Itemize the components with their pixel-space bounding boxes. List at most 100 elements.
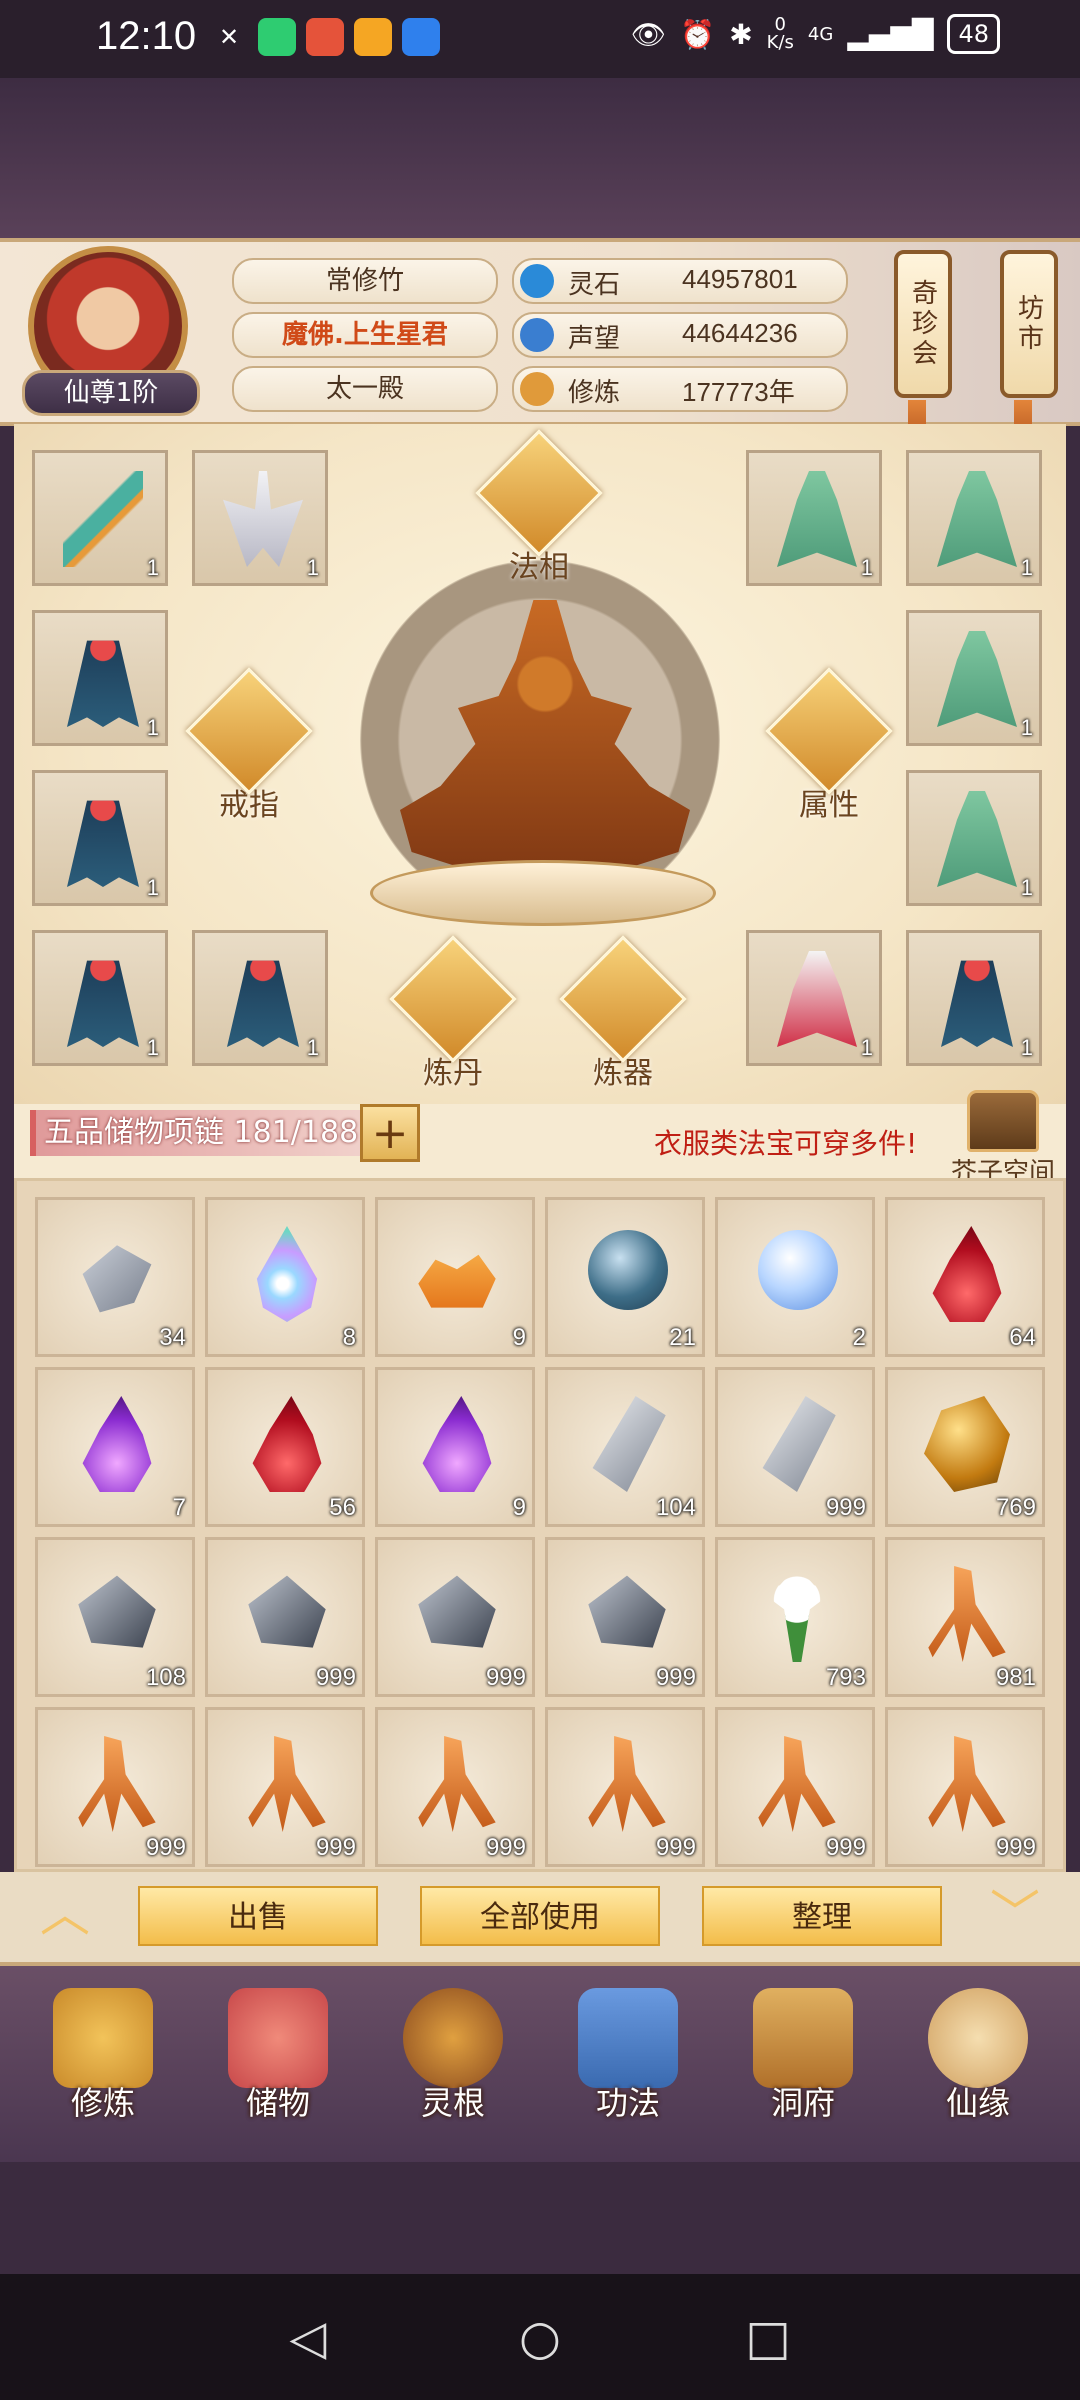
inventory-item[interactable]: 999 xyxy=(375,1707,535,1867)
attributes-icon xyxy=(765,667,893,795)
forge-button[interactable]: 炼器 xyxy=(548,935,698,1092)
inventory-item[interactable]: 999 xyxy=(35,1707,195,1867)
nav-cultivate[interactable]: 修炼 xyxy=(28,1988,178,2124)
ring-button[interactable]: 戒指 xyxy=(174,667,324,824)
equip-slot-robe[interactable]: 1 xyxy=(32,930,168,1066)
inventory-item[interactable]: 21 xyxy=(545,1197,705,1357)
use-all-button[interactable]: 全部使用 xyxy=(420,1886,660,1946)
nav-techniques[interactable]: 功法 xyxy=(553,1988,703,2124)
monk-icon xyxy=(53,1988,153,2088)
inventory-item[interactable]: 999 xyxy=(715,1367,875,1527)
lotus-pedestal xyxy=(370,860,716,926)
inventory-item[interactable]: 999 xyxy=(375,1537,535,1697)
storage-hint: 衣服类法宝可穿多件! xyxy=(654,1127,918,1160)
white-flower-icon xyxy=(758,1566,836,1662)
inventory-item[interactable]: 769 xyxy=(885,1367,1045,1527)
ginseng-root-icon xyxy=(928,1566,1006,1662)
inventory-item[interactable]: 999 xyxy=(715,1707,875,1867)
inventory-item[interactable]: 8 xyxy=(205,1197,365,1357)
page-up-icon[interactable]: ︿ xyxy=(30,1886,100,1942)
expand-storage-button[interactable]: + xyxy=(360,1104,420,1162)
inventory-item[interactable]: 64 xyxy=(885,1197,1045,1357)
pavilion-icon xyxy=(753,1988,853,2088)
player-name: 常修竹 xyxy=(232,258,498,304)
sell-button[interactable]: 出售 xyxy=(138,1886,378,1946)
equip-slot-robe[interactable]: 1 xyxy=(906,770,1042,906)
ginseng-root-icon xyxy=(928,1736,1006,1832)
dark-ore-icon xyxy=(78,1575,156,1648)
equip-slot-robe[interactable]: 1 xyxy=(906,930,1042,1066)
alchemy-button[interactable]: 炼丹 xyxy=(378,935,528,1092)
inventory-item[interactable]: 981 xyxy=(885,1537,1045,1697)
treasure-chest-icon xyxy=(967,1090,1039,1152)
nav-cave-mansion[interactable]: 洞府 xyxy=(728,1988,878,2124)
dharma-form-button[interactable]: 法相 xyxy=(464,429,614,586)
inventory-item[interactable]: 2 xyxy=(715,1197,875,1357)
network-type: 4G xyxy=(807,23,834,45)
page-down-icon[interactable]: ﹀ xyxy=(980,1886,1050,1942)
home-icon[interactable]: ○ xyxy=(512,2310,568,2366)
treasure-auction-button[interactable]: 奇珍会 xyxy=(894,250,952,398)
inventory-item[interactable]: 9 xyxy=(375,1197,535,1357)
equip-slot-robe[interactable]: 1 xyxy=(32,610,168,746)
inventory-item[interactable]: 793 xyxy=(715,1537,875,1697)
back-icon[interactable]: ◁ xyxy=(280,2310,336,2366)
alarm-icon: ⏰ xyxy=(680,17,716,51)
inventory-item[interactable]: 999 xyxy=(205,1537,365,1697)
recents-icon[interactable]: □ xyxy=(740,2310,796,2366)
ore-shard-icon xyxy=(82,1245,152,1313)
bottom-nav: 修炼 储物 灵根 功法 洞府 仙缘 xyxy=(0,1962,1080,2166)
missed-call-icon: ✕ xyxy=(218,23,240,51)
inventory-item[interactable]: 999 xyxy=(545,1537,705,1697)
gold-leaves-icon xyxy=(418,1254,496,1308)
red-flame-icon xyxy=(252,1396,322,1492)
mustard-space-button[interactable]: 芥子空间 xyxy=(948,1090,1058,1189)
bottom-background xyxy=(0,2162,1080,2274)
inventory-item[interactable]: 9 xyxy=(375,1367,535,1527)
system-navigation-bar: ◁ ○ □ xyxy=(0,2274,1080,2400)
storage-capacity: 五品储物项链 181/188 xyxy=(30,1110,370,1156)
net-speed: 0 K/s xyxy=(766,14,794,53)
equip-slot-accessory[interactable]: 1 xyxy=(192,450,328,586)
inventory-item[interactable]: 999 xyxy=(205,1707,365,1867)
ginseng-root-icon xyxy=(248,1736,326,1832)
gold-ore-icon xyxy=(924,1396,1010,1492)
cultivation-icon xyxy=(520,372,554,406)
signal-icon: ▂▄▆█ xyxy=(847,17,934,51)
purple-flame-icon xyxy=(422,1396,492,1492)
inventory-item[interactable]: 999 xyxy=(885,1707,1045,1867)
nav-spirit-root[interactable]: 灵根 xyxy=(378,1988,528,2124)
storage-bar: 五品储物项链 181/188 + 衣服类法宝可穿多件! xyxy=(14,1104,1066,1178)
resource-cultivation: 修炼 177773年 xyxy=(512,366,848,412)
app-notification-icon xyxy=(258,18,296,56)
equip-slot-robe[interactable]: 1 xyxy=(906,450,1042,586)
bluetooth-icon: ✱ xyxy=(729,17,753,51)
equip-slot-robe[interactable]: 1 xyxy=(746,450,882,586)
inventory-item[interactable]: 999 xyxy=(545,1707,705,1867)
ginseng-root-icon xyxy=(758,1736,836,1832)
triskelion-icon xyxy=(403,1988,503,2088)
inventory-item[interactable]: 7 xyxy=(35,1367,195,1527)
equip-slot-robe[interactable]: 1 xyxy=(32,770,168,906)
equip-slot-robe[interactable]: 1 xyxy=(906,610,1042,746)
player-title: 魔佛.上生星君 xyxy=(232,312,498,358)
dark-ore-icon xyxy=(588,1575,666,1648)
battery-indicator: 48 xyxy=(947,14,1000,54)
inventory-item[interactable]: 108 xyxy=(35,1537,195,1697)
anvil-icon xyxy=(559,935,687,1063)
market-button[interactable]: 坊市 xyxy=(1000,250,1058,398)
player-rank: 仙尊1阶 xyxy=(22,370,200,416)
equip-slot-robe[interactable]: 1 xyxy=(746,930,882,1066)
game-notification-icon xyxy=(306,18,344,56)
inventory-item[interactable]: 104 xyxy=(545,1367,705,1527)
attributes-button[interactable]: 属性 xyxy=(754,667,904,824)
nav-fate[interactable]: 仙缘 xyxy=(903,1988,1053,2124)
inventory-item[interactable]: 34 xyxy=(35,1197,195,1357)
equip-slot-robe[interactable]: 1 xyxy=(192,930,328,1066)
dark-ore-icon xyxy=(418,1575,496,1648)
inventory-item[interactable]: 56 xyxy=(205,1367,365,1527)
nav-storage[interactable]: 储物 xyxy=(203,1988,353,2124)
book-icon xyxy=(578,1988,678,2088)
sort-button[interactable]: 整理 xyxy=(702,1886,942,1946)
equip-slot-weapon[interactable]: 1 xyxy=(32,450,168,586)
